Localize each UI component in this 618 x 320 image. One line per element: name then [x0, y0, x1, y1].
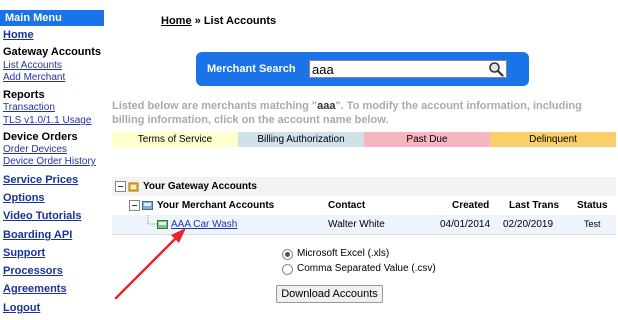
sidebar-link-options[interactable]: Options [3, 192, 45, 204]
merchant-search-input[interactable] [309, 60, 507, 78]
column-header-contact: Contact [328, 200, 366, 211]
breadcrumb: Home » List Accounts [161, 15, 276, 27]
account-link-aaa-car-wash[interactable]: AAA Car Wash [171, 215, 237, 234]
merchant-accounts-label: Your Merchant Accounts [157, 200, 275, 211]
collapse-toggle-icon[interactable] [115, 181, 126, 192]
sidebar-link-add-merchant[interactable]: Add Merchant [3, 72, 65, 83]
breadcrumb-home-link[interactable]: Home [161, 15, 192, 27]
download-accounts-button[interactable]: Download Accounts [276, 285, 383, 303]
sidebar-link-device-order-history[interactable]: Device Order History [3, 156, 96, 167]
sidebar-link-logout[interactable]: Logout [3, 302, 40, 314]
legend-past-due: Past Due [364, 132, 490, 147]
column-header-created: Created [452, 200, 490, 211]
description-text-start: Listed below are merchants matching " [112, 100, 318, 112]
sidebar-link-agreements[interactable]: Agreements [3, 283, 67, 295]
sidebar-link-support[interactable]: Support [3, 247, 45, 259]
account-status: Test [584, 219, 601, 229]
tree-connector-icon [147, 215, 157, 225]
sidebar-section-reports: Reports [3, 89, 45, 101]
account-contact: Walter White [328, 219, 385, 230]
legend-billing-authorization: Billing Authorization [238, 132, 364, 147]
sidebar-section-gateway-accounts: Gateway Accounts [3, 46, 102, 58]
legend-terms-of-service: Terms of Service [112, 132, 238, 147]
gateway-folder-icon [128, 182, 139, 192]
table-row: AAA Car Wash Walter White 04/01/2014 02/… [112, 215, 616, 235]
gateway-accounts-label: Your Gateway Accounts [143, 181, 257, 192]
accounts-tree-table: Your Gateway Accounts Your Merchant Acco… [112, 177, 616, 235]
legend-delinquent: Delinquent [490, 132, 616, 147]
sidebar-link-home[interactable]: Home [3, 29, 34, 41]
sidebar-link-transaction[interactable]: Transaction [3, 102, 55, 113]
merchant-accounts-header-row: Your Merchant Accounts Contact Created L… [112, 196, 616, 215]
gateway-accounts-row: Your Gateway Accounts [112, 177, 616, 196]
search-icon[interactable] [488, 61, 504, 77]
sidebar-link-boarding-api[interactable]: Boarding API [3, 229, 72, 241]
sidebar-section-device-orders: Device Orders [3, 131, 78, 143]
merchant-search-panel: Merchant Search [196, 52, 529, 86]
account-created: 04/01/2014 [440, 219, 491, 230]
account-last-trans: 02/20/2019 [503, 219, 554, 230]
radio-excel-label: Microsoft Excel (.xls) [297, 248, 390, 259]
breadcrumb-separator: » [194, 15, 201, 27]
merchant-search-label: Merchant Search [207, 63, 296, 75]
sidebar-link-video-tutorials[interactable]: Video Tutorials [3, 210, 81, 222]
sidebar: Main Menu Home Gateway Accounts List Acc… [0, 0, 104, 320]
sidebar-link-processors[interactable]: Processors [3, 265, 63, 277]
sidebar-link-service-prices[interactable]: Service Prices [3, 174, 78, 186]
radio-csv-label: Comma Separated Value (.csv) [297, 263, 436, 274]
radio-csv[interactable] [282, 264, 293, 275]
sidebar-link-tls-usage[interactable]: TLS v1.0/1.1 Usage [3, 115, 91, 126]
status-color-legend: Terms of Service Billing Authorization P… [112, 132, 616, 147]
merchant-folder-icon [142, 201, 153, 210]
main-menu-title: Main Menu [0, 10, 104, 26]
column-header-last-trans: Last Trans [509, 200, 560, 211]
breadcrumb-current: List Accounts [203, 15, 277, 27]
collapse-toggle-icon[interactable] [129, 200, 140, 211]
account-icon [157, 220, 168, 229]
sidebar-link-order-devices[interactable]: Order Devices [3, 144, 67, 155]
description-query: aaa [317, 100, 336, 112]
column-header-status: Status [577, 200, 608, 211]
results-description: Listed below are merchants matching "aaa… [112, 99, 582, 127]
sidebar-link-list-accounts[interactable]: List Accounts [3, 60, 62, 71]
radio-excel[interactable] [282, 249, 293, 260]
